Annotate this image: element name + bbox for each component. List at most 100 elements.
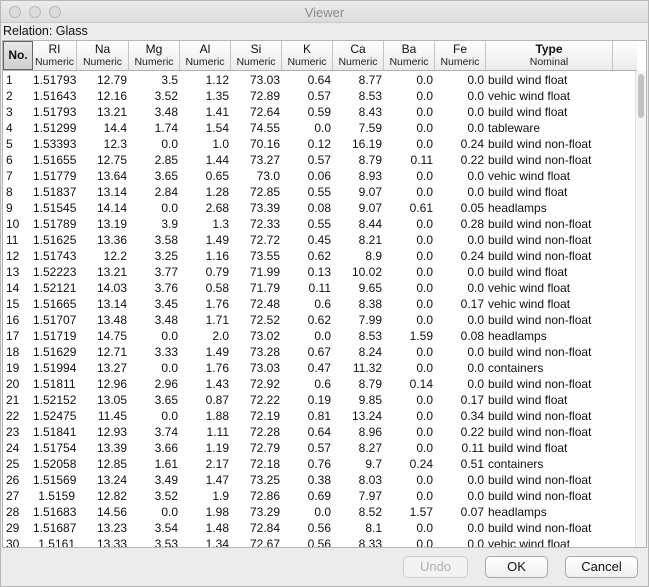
table-cell[interactable]: 72.92 [231, 376, 282, 392]
table-cell[interactable]: 0.0 [384, 264, 435, 280]
table-cell[interactable]: 0.0 [129, 408, 180, 424]
table-row[interactable]: 30 1.5161 13.33 3.53 1.34 72.67 0.56 8.33 0.0 0.0… [3, 536, 637, 547]
table-cell[interactable]: 72.18 [231, 456, 282, 472]
table-cell[interactable]: 3.25 [129, 248, 180, 264]
table-cell[interactable]: 3.5 [129, 72, 180, 88]
table-cell[interactable]: 2.17 [180, 456, 231, 472]
table-cell[interactable]: 26 [3, 472, 33, 488]
table-cell[interactable]: 74.55 [231, 120, 282, 136]
table-cell[interactable]: 13.14 [77, 184, 129, 200]
table-cell[interactable]: 0.24 [435, 248, 486, 264]
table-cell[interactable]: 12.79 [77, 72, 129, 88]
table-cell[interactable]: 0.6 [282, 296, 333, 312]
table-cell[interactable]: 8.1 [333, 520, 384, 536]
table-cell[interactable]: 18 [3, 344, 33, 360]
table-cell[interactable]: build wind non-float [486, 216, 613, 232]
table-cell[interactable]: build wind non-float [486, 248, 613, 264]
table-row[interactable]: 25 1.52058 12.85 1.61 2.17 72.18 0.76 9.7 0.24 0.… [3, 456, 637, 472]
table-cell[interactable]: 7.97 [333, 488, 384, 504]
table-cell[interactable]: headlamps [486, 504, 613, 520]
table-cell[interactable]: 8.53 [333, 88, 384, 104]
table-cell[interactable]: 1.54 [180, 120, 231, 136]
table-cell[interactable]: 3.49 [129, 472, 180, 488]
table-cell[interactable]: 0.0 [282, 120, 333, 136]
table-cell[interactable]: build wind float [486, 440, 613, 456]
table-row[interactable]: 1 1.51793 12.79 3.5 1.12 73.03 0.64 8.77 0.0 0.0 b… [3, 72, 637, 88]
table-cell[interactable]: 13.24 [333, 408, 384, 424]
table-cell[interactable]: 1.76 [180, 360, 231, 376]
table-cell[interactable]: 1.59 [384, 328, 435, 344]
table-row[interactable]: 12 1.51743 12.2 3.25 1.16 73.55 0.62 8.9 0.0 0.24… [3, 248, 637, 264]
table-cell[interactable]: 12.85 [77, 456, 129, 472]
table-cell[interactable]: 0.47 [282, 360, 333, 376]
table-cell[interactable]: 3.53 [129, 536, 180, 547]
table-row[interactable]: 22 1.52475 11.45 0.0 1.88 72.19 0.81 13.24 0.0 0.… [3, 408, 637, 424]
table-cell[interactable]: 13.21 [77, 264, 129, 280]
table-cell[interactable]: 0.0 [384, 216, 435, 232]
table-row[interactable]: 7 1.51779 13.64 3.65 0.65 73.0 0.06 8.93 0.0 0.0 v… [3, 168, 637, 184]
table-cell[interactable]: 71.99 [231, 264, 282, 280]
table-cell[interactable]: 1.53393 [33, 136, 77, 152]
table-cell[interactable]: 8.52 [333, 504, 384, 520]
table-cell[interactable]: 0.24 [435, 136, 486, 152]
table-cell[interactable]: vehic wind float [486, 296, 613, 312]
table-cell[interactable]: 2.84 [129, 184, 180, 200]
table-cell[interactable]: build wind non-float [486, 344, 613, 360]
table-cell[interactable]: 12.3 [77, 136, 129, 152]
table-cell[interactable]: 8.77 [333, 72, 384, 88]
table-cell[interactable]: 0.0 [435, 536, 486, 547]
table-cell[interactable]: 73.0 [231, 168, 282, 184]
table-cell[interactable]: 8.53 [333, 328, 384, 344]
table-cell[interactable]: 0.0 [129, 360, 180, 376]
table-cell[interactable]: 13.24 [77, 472, 129, 488]
table-cell[interactable]: 1.52152 [33, 392, 77, 408]
table-cell[interactable]: 2.0 [180, 328, 231, 344]
table-cell[interactable]: 0.17 [435, 296, 486, 312]
table-row[interactable]: 6 1.51655 12.75 2.85 1.44 73.27 0.57 8.79 0.11 0.… [3, 152, 637, 168]
table-cell[interactable]: 8.79 [333, 152, 384, 168]
table-cell[interactable]: 10 [3, 216, 33, 232]
table-cell[interactable]: 0.87 [180, 392, 231, 408]
table-cell[interactable]: 0.0 [435, 88, 486, 104]
table-cell[interactable]: 27 [3, 488, 33, 504]
table-cell[interactable]: 9.65 [333, 280, 384, 296]
table-cell[interactable]: 12.96 [77, 376, 129, 392]
table-cell[interactable]: vehic wind float [486, 280, 613, 296]
table-cell[interactable]: 14.56 [77, 504, 129, 520]
table-cell[interactable]: 24 [3, 440, 33, 456]
table-cell[interactable]: 72.19 [231, 408, 282, 424]
table-cell[interactable]: 1.34 [180, 536, 231, 547]
table-cell[interactable]: 13.36 [77, 232, 129, 248]
table-cell[interactable]: 72.64 [231, 104, 282, 120]
table-cell[interactable]: 13.23 [77, 520, 129, 536]
table-cell[interactable]: 73.29 [231, 504, 282, 520]
table-cell[interactable]: 3.52 [129, 488, 180, 504]
table-row[interactable]: 29 1.51687 13.23 3.54 1.48 72.84 0.56 8.1 0.0 0.0… [3, 520, 637, 536]
table-cell[interactable]: headlamps [486, 328, 613, 344]
table-cell[interactable]: 0.0 [435, 232, 486, 248]
table-cell[interactable]: 13 [3, 264, 33, 280]
table-row[interactable]: 18 1.51629 12.71 3.33 1.49 73.28 0.67 8.24 0.0 0.… [3, 344, 637, 360]
table-cell[interactable]: 72.28 [231, 424, 282, 440]
table-cell[interactable]: 1.43 [180, 376, 231, 392]
table-cell[interactable]: 0.12 [282, 136, 333, 152]
table-cell[interactable]: 1.51545 [33, 200, 77, 216]
table-cell[interactable]: 1.51994 [33, 360, 77, 376]
table-cell[interactable]: 1.47 [180, 472, 231, 488]
table-cell[interactable]: 0.0 [384, 520, 435, 536]
table-row[interactable]: 9 1.51545 14.14 0.0 2.68 73.39 0.08 9.07 0.61 0.0… [3, 200, 637, 216]
table-cell[interactable]: 8.93 [333, 168, 384, 184]
table-cell[interactable]: 0.0 [435, 312, 486, 328]
table-cell[interactable]: 0.57 [282, 440, 333, 456]
table-cell[interactable]: 0.58 [180, 280, 231, 296]
table-cell[interactable]: vehic wind float [486, 88, 613, 104]
table-cell[interactable]: 17 [3, 328, 33, 344]
column-header-mg[interactable]: Mg Numeric [129, 41, 180, 70]
table-cell[interactable]: 1 [3, 72, 33, 88]
table-cell[interactable]: 13.05 [77, 392, 129, 408]
vertical-scrollbar[interactable] [635, 71, 646, 547]
table-cell[interactable]: 13.33 [77, 536, 129, 547]
table-cell[interactable]: 3.48 [129, 312, 180, 328]
table-cell[interactable]: 0.0 [129, 200, 180, 216]
table-row[interactable]: 8 1.51837 13.14 2.84 1.28 72.85 0.55 9.07 0.0 0.0… [3, 184, 637, 200]
